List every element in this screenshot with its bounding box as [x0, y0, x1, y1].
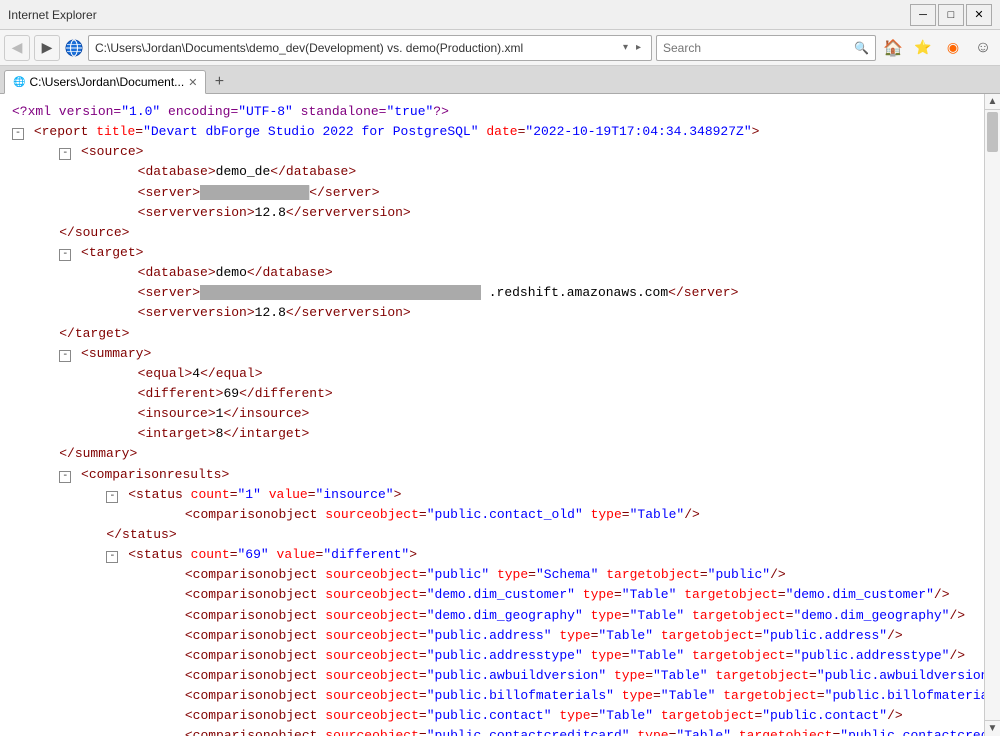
scroll-up-button[interactable]: ▲	[985, 94, 1000, 110]
tab-page-icon: 🌐	[13, 77, 25, 88]
xml-line-2: - <report title="Devart dbForge Studio 2…	[12, 122, 972, 142]
minimize-button[interactable]: ─	[910, 4, 936, 26]
xml-line-equal: <equal>4</equal>	[12, 364, 972, 384]
xml-co-contact: <comparisonobject sourceobject="public.c…	[12, 706, 972, 726]
xml-line-source-close: </source>	[12, 223, 972, 243]
back-button[interactable]: ◀	[4, 35, 30, 61]
vertical-scrollbar[interactable]: ▲ ▼	[984, 94, 1000, 736]
xml-co-address: <comparisonobject sourceobject="public.a…	[12, 626, 972, 646]
collapse-target[interactable]: -	[59, 249, 71, 261]
forward-button[interactable]: ▶	[34, 35, 60, 61]
collapse-cr[interactable]: -	[59, 471, 71, 483]
xml-line-cr-open: - <comparisonresults>	[12, 465, 972, 485]
address-dropdown-arrow[interactable]: ▾	[619, 42, 632, 53]
xml-line-co-contact-old: <comparisonobject sourceobject="public.c…	[12, 505, 972, 525]
maximize-button[interactable]: □	[938, 4, 964, 26]
xml-co-billofmaterials: <comparisonobject sourceobject="public.b…	[12, 686, 972, 706]
title-bar-text: Internet Explorer	[8, 8, 97, 22]
search-icon: 🔍	[854, 41, 869, 55]
address-go-arrow[interactable]: ▸	[632, 42, 645, 53]
xml-line-1: <?xml version="1.0" encoding="UTF-8" sta…	[12, 102, 972, 122]
close-button[interactable]: ✕	[966, 4, 992, 26]
home-icon[interactable]: 🏠	[880, 35, 906, 61]
browser-icon	[64, 38, 84, 58]
xml-line-summary-close: </summary>	[12, 444, 972, 464]
collapse-source[interactable]: -	[59, 148, 71, 160]
xml-line-source-db: <database>demo_de</database>	[12, 162, 972, 182]
xml-co-dim-customer: <comparisonobject sourceobject="demo.dim…	[12, 585, 972, 605]
xml-line-intarget: <intarget>8</intarget>	[12, 424, 972, 444]
scroll-thumb[interactable]	[987, 112, 998, 152]
xml-line-target-serverversion: <serverversion>12.8</serverversion>	[12, 303, 972, 323]
tab-close-button[interactable]: ✕	[188, 76, 197, 89]
address-bar[interactable]: C:\Users\Jordan\Documents\demo_dev(Devel…	[88, 35, 652, 61]
toolbar-right: 🏠 ⭐ ◉ ☺	[880, 35, 996, 61]
xml-line-target-server: <server>████████████████████████████████…	[12, 283, 972, 303]
xml-line-status-different-open: - <status count="69" value="different">	[12, 545, 972, 565]
xml-co-contactcreditcard: <comparisonobject sourceobject="public.c…	[12, 726, 972, 736]
nav-bar: ◀ ▶ C:\Users\Jordan\Documents\demo_dev(D…	[0, 30, 1000, 66]
address-text: C:\Users\Jordan\Documents\demo_dev(Devel…	[95, 41, 619, 55]
xml-line-source-open: - <source>	[12, 142, 972, 162]
xml-co-addresstype: <comparisonobject sourceobject="public.a…	[12, 646, 972, 666]
xml-line-source-server: <server>███ ███ ███ ██</server>	[12, 183, 972, 203]
collapse-status-insource[interactable]: -	[106, 491, 118, 503]
xml-co-awbuildversion: <comparisonobject sourceobject="public.a…	[12, 666, 972, 686]
new-tab-button[interactable]: +	[208, 71, 230, 93]
collapse-report[interactable]: -	[12, 128, 24, 140]
xml-line-summary-open: - <summary>	[12, 344, 972, 364]
xml-co-dim-geography: <comparisonobject sourceobject="demo.dim…	[12, 606, 972, 626]
xml-line-status-insource-close: </status>	[12, 525, 972, 545]
xml-line-target-close: </target>	[12, 324, 972, 344]
title-bar: Internet Explorer ─ □ ✕	[0, 0, 1000, 30]
window-controls[interactable]: ─ □ ✕	[910, 4, 992, 26]
xml-line-different: <different>69</different>	[12, 384, 972, 404]
collapse-status-different[interactable]: -	[106, 551, 118, 563]
scroll-down-button[interactable]: ▼	[985, 720, 1000, 736]
xml-line-target-db: <database>demo</database>	[12, 263, 972, 283]
xml-line-target-open: - <target>	[12, 243, 972, 263]
scroll-track[interactable]	[985, 110, 1000, 720]
xml-line-status-insource-open: - <status count="1" value="insource">	[12, 485, 972, 505]
content-area: <?xml version="1.0" encoding="UTF-8" sta…	[0, 94, 1000, 736]
collapse-summary[interactable]: -	[59, 350, 71, 362]
rss-icon[interactable]: ◉	[940, 35, 966, 61]
favorites-icon[interactable]: ⭐	[910, 35, 936, 61]
tab-label: C:\Users\Jordan\Document...	[29, 75, 184, 89]
tab-bar: 🌐 C:\Users\Jordan\Document... ✕ +	[0, 66, 1000, 94]
xml-co-public-schema: <comparisonobject sourceobject="public" …	[12, 565, 972, 585]
search-bar[interactable]: 🔍	[656, 35, 876, 61]
xml-viewer[interactable]: <?xml version="1.0" encoding="UTF-8" sta…	[0, 94, 984, 736]
xml-line-source-serverversion: <serverversion>12.8</serverversion>	[12, 203, 972, 223]
xml-line-insource: <insource>1</insource>	[12, 404, 972, 424]
smiley-icon[interactable]: ☺	[970, 35, 996, 61]
tab-xml-file[interactable]: 🌐 C:\Users\Jordan\Document... ✕	[4, 70, 206, 94]
search-input[interactable]	[663, 41, 854, 55]
